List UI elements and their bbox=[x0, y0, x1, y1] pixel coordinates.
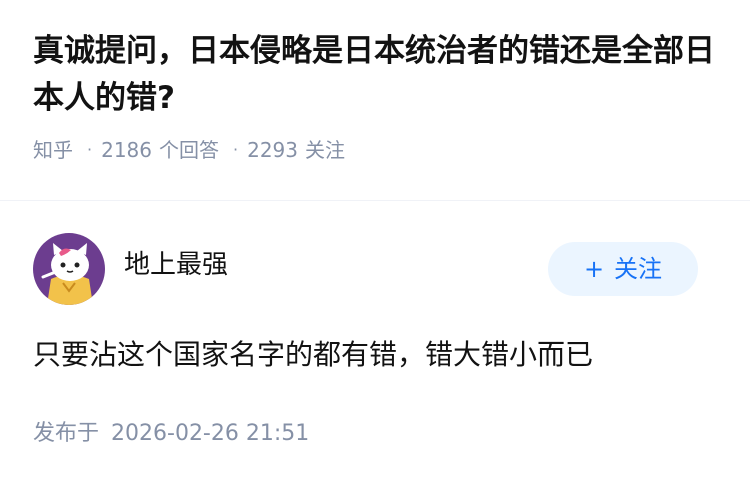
author-row: 地上最强 + 关注 bbox=[33, 233, 698, 305]
followers-count: 2293 bbox=[247, 137, 298, 162]
answers-label: 个回答 bbox=[159, 137, 219, 162]
followers-label: 关注 bbox=[305, 137, 345, 162]
answer-content: 只要沾这个国家名字的都有错，错大错小而已 bbox=[33, 338, 594, 371]
follow-button-label: 关注 bbox=[614, 255, 663, 283]
answers-count: 2186 bbox=[101, 137, 152, 162]
follow-button[interactable]: + 关注 bbox=[548, 242, 698, 296]
source-label[interactable]: 知乎 bbox=[33, 135, 73, 165]
author-name[interactable]: 地上最强 bbox=[124, 247, 228, 283]
plus-icon: + bbox=[583, 255, 605, 283]
publish-info: 发布于 2026-02-26 21:51 bbox=[33, 418, 309, 450]
meta-separator-dot: · bbox=[233, 139, 239, 159]
section-divider bbox=[0, 200, 750, 201]
question-meta: 知乎 · 2186 个回答 · 2293 关注 bbox=[33, 133, 723, 163]
question-header: 真诚提问，日本侵略是日本统治者的错还是全部日本人的错? 知乎 · 2186 个回答 · 2… bbox=[33, 28, 723, 163]
question-title[interactable]: 真诚提问，日本侵略是日本统治者的错还是全部日本人的错? bbox=[33, 28, 723, 122]
meta-separator-dot: · bbox=[87, 139, 93, 159]
avatar[interactable] bbox=[33, 233, 105, 305]
avatar-cartoon-cat-icon bbox=[33, 233, 105, 305]
published-time: 2026-02-26 21:51 bbox=[111, 421, 310, 446]
published-label: 发布于 bbox=[33, 421, 100, 446]
